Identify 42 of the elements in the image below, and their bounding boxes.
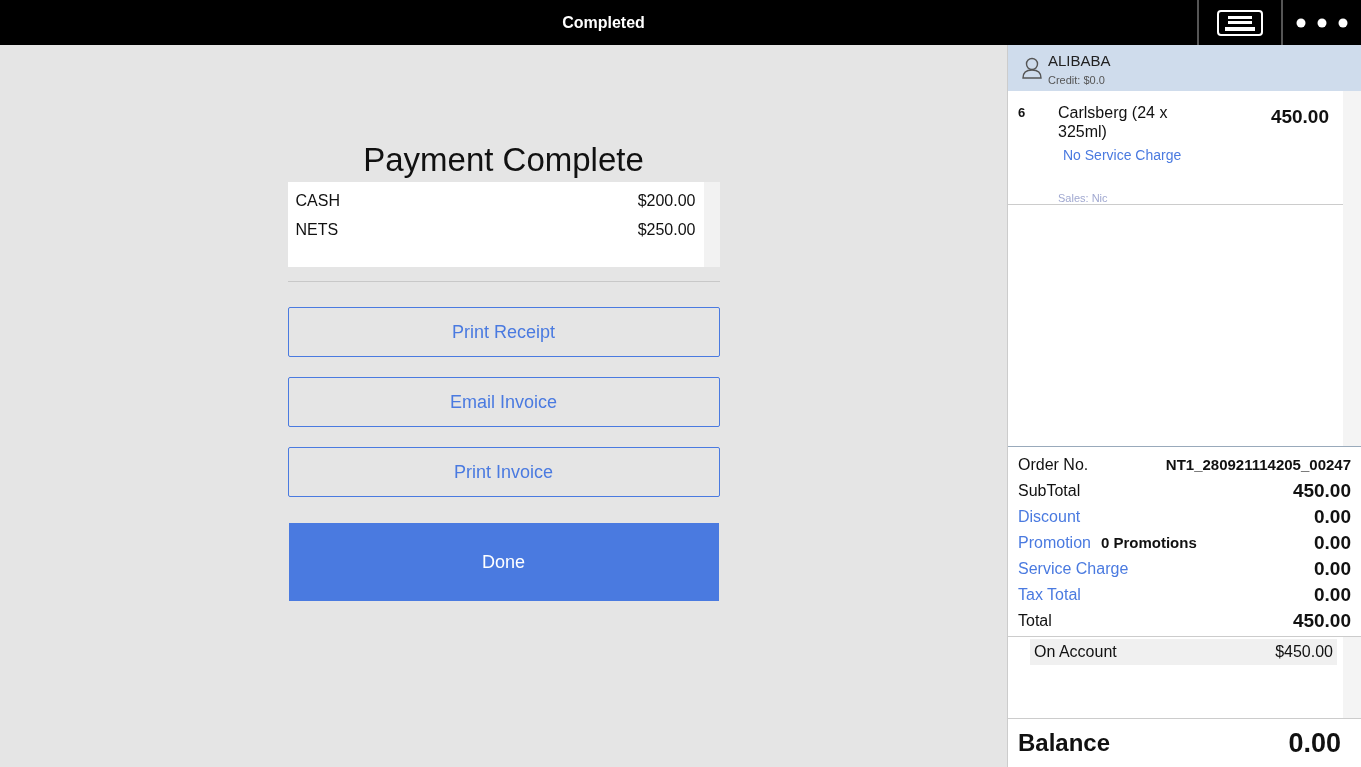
- payment-method: On Account: [1034, 642, 1117, 662]
- item-note: No Service Charge: [1062, 146, 1183, 165]
- total-value: 0.00: [1314, 504, 1351, 529]
- total-label: SubTotal: [1018, 481, 1081, 501]
- customer-credit: Credit: $0.0: [1048, 73, 1106, 88]
- item-name: Carlsberg (24 x 325ml): [1058, 103, 1169, 141]
- keyboard-icon: [1217, 9, 1263, 36]
- total-value: 0.00: [1314, 556, 1351, 581]
- payment-title: Payment Complete: [363, 143, 644, 180]
- scrollbar[interactable]: [703, 182, 720, 267]
- total-label: Total: [1018, 611, 1052, 631]
- total-link[interactable]: Discount: [1018, 505, 1081, 529]
- item-salesperson: Sales: Nic: [1058, 191, 1109, 206]
- payment-amount: $450.00: [1275, 642, 1333, 662]
- action-button[interactable]: Print Invoice: [287, 447, 720, 497]
- item-quantity: 6: [1018, 104, 1027, 122]
- done-button[interactable]: Done: [288, 523, 719, 601]
- more-icon: [1296, 17, 1348, 28]
- person-icon: [1022, 57, 1042, 79]
- total-label: Order No.: [1018, 455, 1089, 475]
- screen-title: Completed: [562, 12, 645, 33]
- total-value: 0.00: [1314, 530, 1351, 555]
- item-price: 450.00: [1269, 105, 1330, 129]
- tender-amount: $250.00: [637, 220, 696, 240]
- total-link[interactable]: Promotion: [1018, 531, 1091, 555]
- total-value: 450.00: [1292, 478, 1351, 503]
- total-link[interactable]: Tax Total: [1018, 583, 1081, 607]
- total-value: 0.00: [1314, 582, 1351, 607]
- total-value: NT1_280921114205_00247: [1165, 454, 1351, 475]
- total-link[interactable]: Service Charge: [1018, 557, 1129, 581]
- tender-method: CASH: [295, 191, 340, 211]
- balance-value: 0.00: [1288, 726, 1341, 760]
- action-button[interactable]: Email Invoice: [287, 377, 720, 427]
- action-button[interactable]: Print Receipt: [287, 307, 720, 357]
- scrollbar[interactable]: [1343, 91, 1361, 446]
- scrollbar[interactable]: [1343, 637, 1361, 718]
- promotion-count: 0 Promotions: [1100, 532, 1197, 553]
- tender-amount: $200.00: [637, 191, 696, 211]
- customer-name: ALIBABA: [1048, 50, 1111, 71]
- balance-label: Balance: [1018, 728, 1111, 758]
- total-value: 450.00: [1292, 608, 1351, 633]
- tender-method: NETS: [295, 220, 339, 240]
